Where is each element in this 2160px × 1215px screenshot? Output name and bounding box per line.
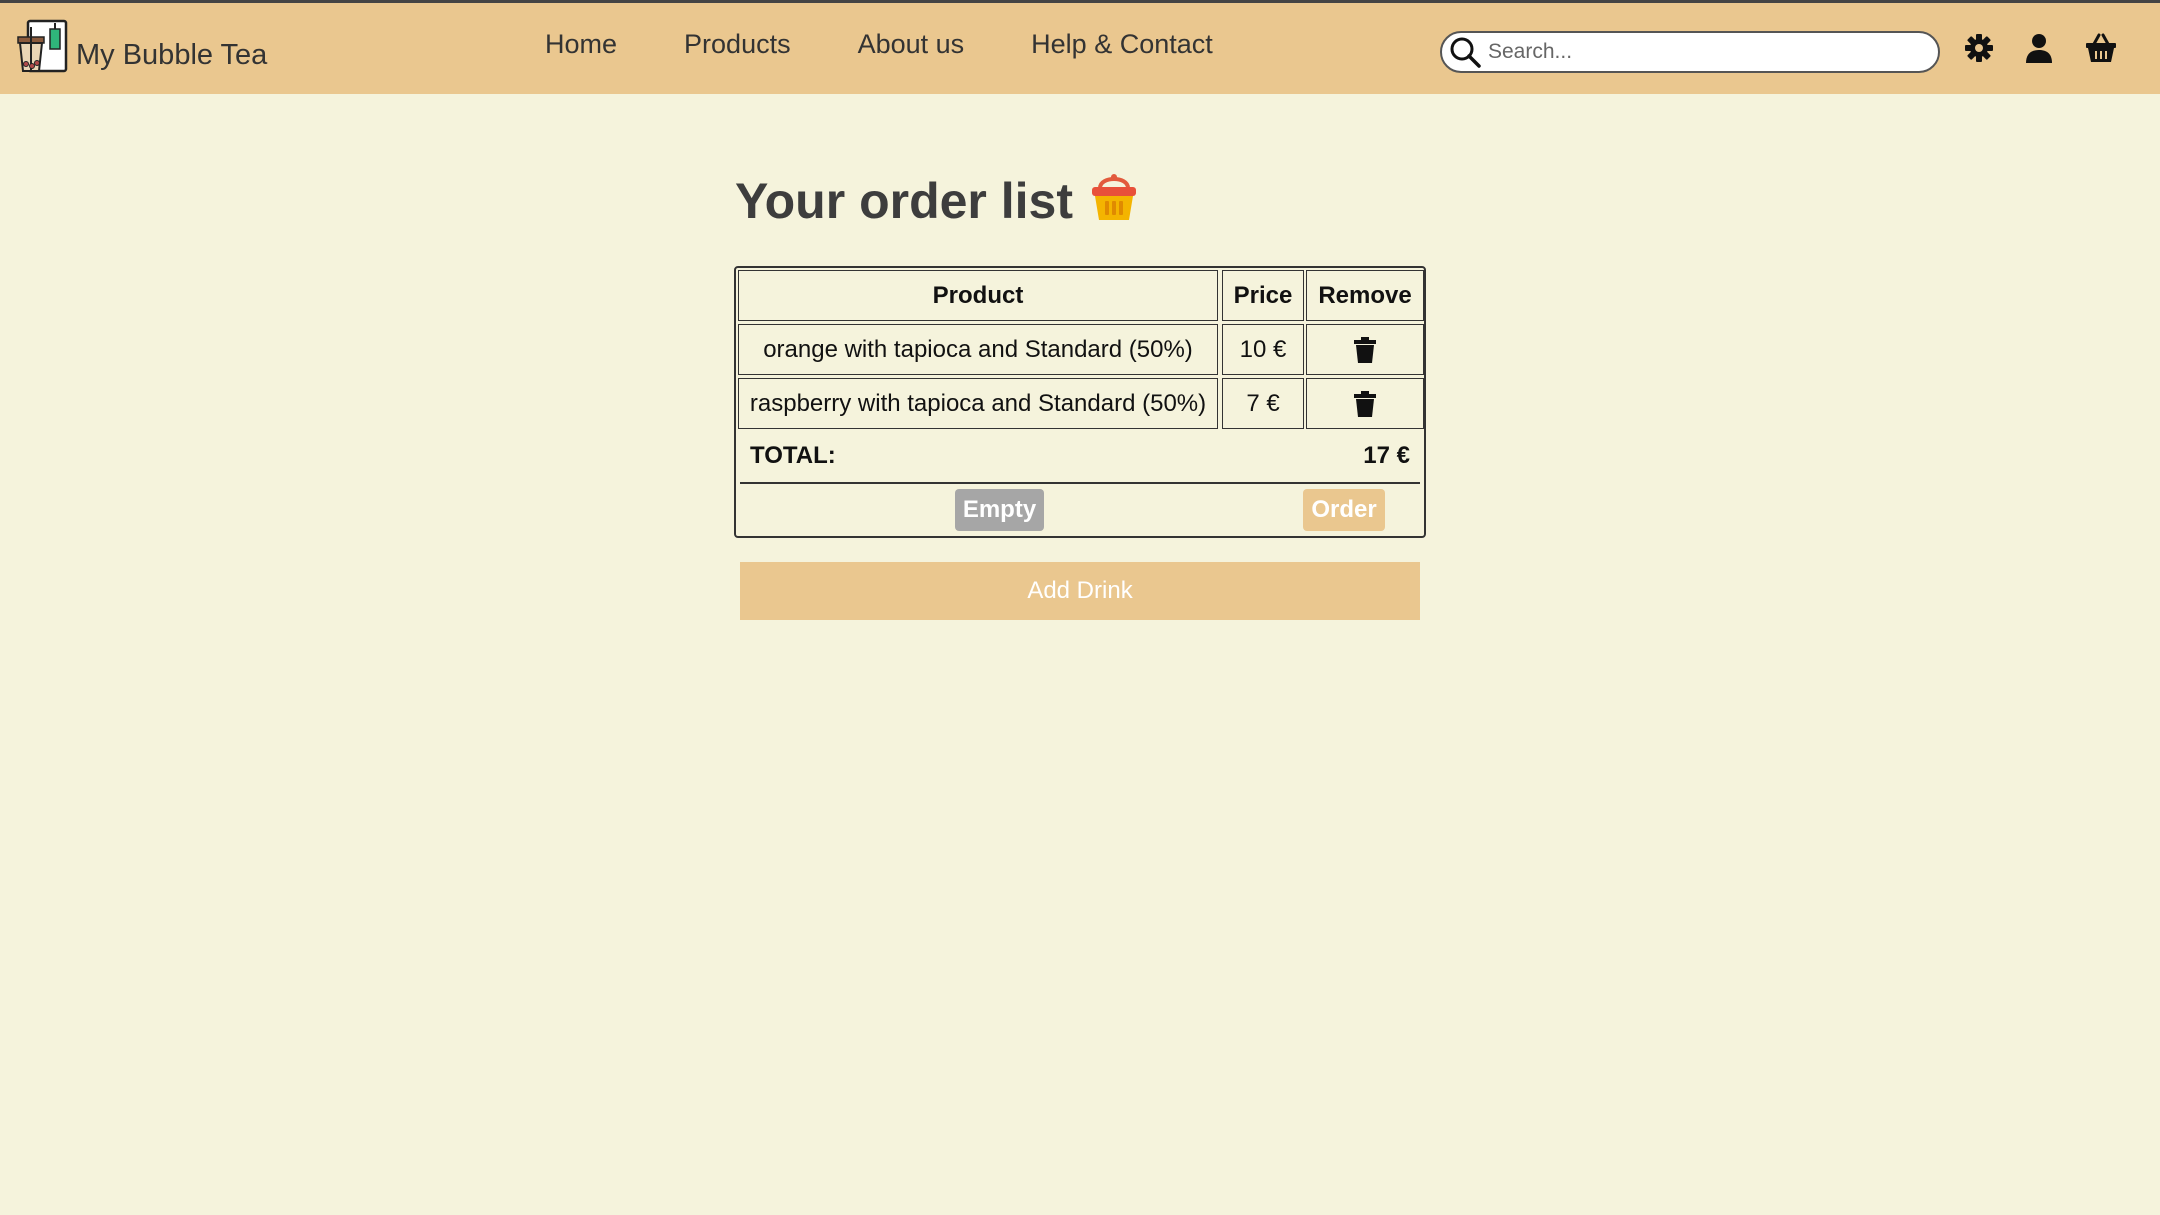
total-value: 17 € xyxy=(1363,442,1410,469)
column-header-price: Price xyxy=(1222,270,1304,321)
remove-item-button[interactable] xyxy=(1306,324,1424,375)
table-cell-price: 7 € xyxy=(1222,378,1304,429)
table-cell-price: 10 € xyxy=(1222,324,1304,375)
search-input[interactable] xyxy=(1486,39,1910,65)
main-nav: Home Products About us Help & Contact xyxy=(545,29,1280,60)
order-table: Product Price Remove orange with tapioca… xyxy=(734,266,1426,538)
site-header: My Bubble Tea Home Products About us Hel… xyxy=(0,3,2160,94)
table-cell-product: raspberry with tapioca and Standard (50%… xyxy=(738,378,1218,429)
basket-icon xyxy=(1092,174,1136,220)
column-header-product: Product xyxy=(738,270,1218,321)
order-button[interactable]: Order xyxy=(1303,489,1385,531)
column-header-remove: Remove xyxy=(1306,270,1424,321)
shopping-basket-icon[interactable] xyxy=(2084,31,2118,65)
brand-name: My Bubble Tea xyxy=(76,38,268,71)
user-icon[interactable] xyxy=(2022,31,2056,65)
divider xyxy=(740,482,1420,484)
trash-icon xyxy=(1354,390,1376,417)
nav-help-contact[interactable]: Help & Contact xyxy=(1031,29,1213,60)
page-title: Your order list xyxy=(735,173,1074,229)
nav-home[interactable]: Home xyxy=(545,29,617,60)
nav-products[interactable]: Products xyxy=(684,29,791,60)
nav-about-us[interactable]: About us xyxy=(858,29,965,60)
add-drink-button[interactable]: Add Drink xyxy=(740,562,1420,620)
brand[interactable]: My Bubble Tea xyxy=(16,19,267,75)
settings-gear-icon[interactable] xyxy=(1962,31,1996,65)
trash-icon xyxy=(1354,336,1376,363)
total-label: TOTAL: xyxy=(750,442,836,469)
bubble-tea-logo-icon xyxy=(17,19,68,73)
table-cell-product: orange with tapioca and Standard (50%) xyxy=(738,324,1218,375)
remove-item-button[interactable] xyxy=(1306,378,1424,429)
empty-button[interactable]: Empty xyxy=(955,489,1044,531)
search-box xyxy=(1440,31,1940,73)
search-icon xyxy=(1450,37,1481,68)
